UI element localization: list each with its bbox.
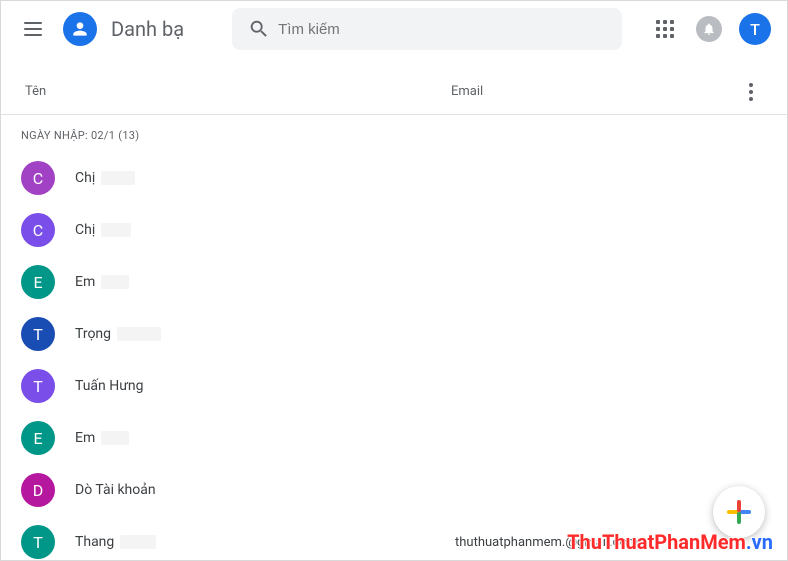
contact-email: thuthuatphanmem.@gmail.com [455, 535, 767, 550]
list-settings-button[interactable] [735, 76, 767, 108]
redacted-text [101, 431, 129, 445]
contact-name-text: Chị [75, 222, 95, 238]
redacted-text [117, 327, 161, 341]
contact-name: Em [75, 274, 455, 290]
contact-name: Dò Tài khoản [75, 482, 455, 498]
column-header-name: Tên [21, 84, 451, 99]
search-box[interactable] [232, 8, 622, 50]
contact-name-text: Thang [75, 534, 114, 550]
redacted-text [101, 275, 129, 289]
contact-avatar: E [21, 265, 55, 299]
contact-avatar: E [21, 421, 55, 455]
search-input[interactable] [278, 21, 614, 38]
redacted-text [120, 535, 156, 549]
redacted-text [101, 171, 135, 185]
contact-list: C Chị C Chị E Em T Trọng T Tuấn Hưng E Em D Dò Tài kh… [1, 152, 787, 561]
app-header: Danh bạ T [1, 1, 787, 57]
contact-avatar: D [21, 473, 55, 507]
hamburger-icon [24, 22, 42, 36]
contact-row[interactable]: C Chị [1, 152, 787, 204]
import-date-group-label: NGÀY NHẬP: 02/1 (13) [1, 115, 787, 152]
account-avatar[interactable]: T [739, 13, 771, 45]
plus-multicolor-icon [727, 500, 751, 524]
redacted-text [101, 223, 131, 237]
contact-row[interactable]: T Trọng [1, 308, 787, 360]
contact-name-text: Trọng [75, 326, 111, 342]
contact-avatar: T [21, 369, 55, 403]
contact-avatar: T [21, 525, 55, 559]
apps-grid-icon [656, 20, 674, 38]
contact-name-text: Em [75, 274, 95, 290]
column-header-email: Email [451, 84, 735, 99]
create-contact-fab[interactable] [713, 486, 765, 538]
contact-name-text: Chị [75, 170, 95, 186]
more-vert-icon [749, 83, 753, 101]
contact-name: Chị [75, 222, 455, 238]
contact-name: Tuấn Hưng [75, 378, 455, 394]
person-icon [70, 19, 90, 39]
bell-icon [696, 16, 722, 42]
contact-row[interactable]: T Tuấn Hưng [1, 360, 787, 412]
contact-name: Trọng [75, 326, 455, 342]
contact-avatar: C [21, 161, 55, 195]
contact-name-text: Tuấn Hưng [75, 378, 143, 394]
contact-avatar: C [21, 213, 55, 247]
notifications-button[interactable] [689, 9, 729, 49]
contact-name: Em [75, 430, 455, 446]
contact-row[interactable]: D Dò Tài khoản [1, 464, 787, 516]
column-header-row: Tên Email [1, 69, 787, 115]
contact-row[interactable]: T Thang thuthuatphanmem.@gmail.com [1, 516, 787, 561]
app-title: Danh bạ [111, 17, 184, 41]
contact-name: Chị [75, 170, 455, 186]
google-apps-button[interactable] [645, 9, 685, 49]
contact-row[interactable]: C Chị [1, 204, 787, 256]
contacts-logo [63, 12, 97, 46]
search-icon [248, 18, 270, 40]
contact-avatar: T [21, 317, 55, 351]
main-menu-button[interactable] [13, 9, 53, 49]
contact-name-text: Em [75, 430, 95, 446]
contact-row[interactable]: E Em [1, 412, 787, 464]
contact-row[interactable]: E Em [1, 256, 787, 308]
contact-name-text: Dò Tài khoản [75, 482, 156, 498]
contact-name: Thang [75, 534, 455, 550]
